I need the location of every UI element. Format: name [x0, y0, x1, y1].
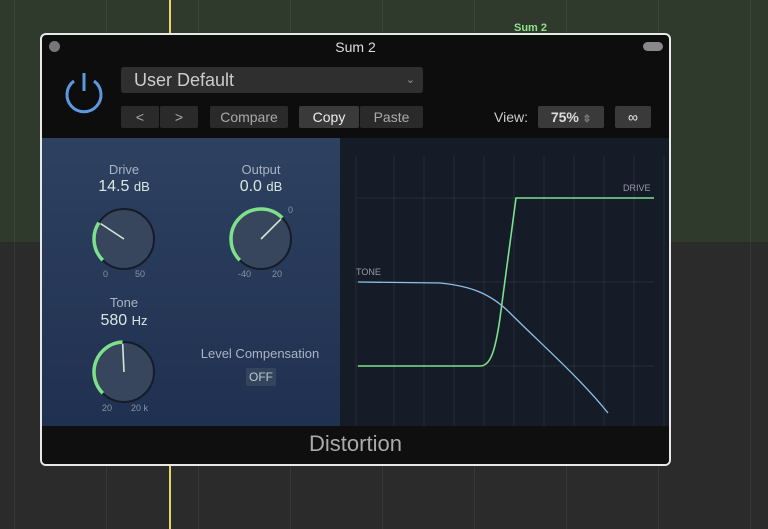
level-compensation-label: Level Compensation — [200, 346, 320, 361]
paste-button[interactable]: Paste — [360, 106, 423, 128]
link-button[interactable]: ∞ — [615, 106, 651, 128]
output-value: 0.0 dB — [239, 178, 283, 195]
output-label: Output — [241, 162, 281, 177]
prev-preset-button[interactable]: < — [121, 106, 159, 128]
stepper-icon: ⇳ — [582, 114, 592, 125]
output-max: 20 — [272, 269, 283, 279]
tone-knob[interactable] — [88, 336, 160, 408]
close-button[interactable] — [49, 41, 60, 52]
window-title: Sum 2 — [335, 39, 376, 55]
plugin-name: Distortion — [42, 426, 669, 464]
grid-line — [750, 0, 751, 529]
output-zero: 0 — [288, 205, 294, 215]
output-knob[interactable] — [225, 203, 297, 275]
preset-dropdown[interactable]: User Default ⌄ — [121, 67, 423, 93]
view-zoom-select[interactable]: 75% ⇳ — [538, 106, 604, 128]
grid-line — [14, 0, 15, 529]
tone-label: Tone — [109, 295, 139, 310]
drive-value: 14.5 dB — [98, 178, 150, 195]
output-min: -40 — [238, 269, 252, 279]
compare-button[interactable]: Compare — [210, 106, 288, 128]
tone-max: 20 k — [131, 403, 149, 413]
tone-curve — [357, 281, 609, 414]
view-label: View: — [494, 109, 528, 125]
power-icon[interactable] — [62, 71, 106, 115]
drive-curve-label: DRIVE — [623, 183, 651, 193]
window-pill-button[interactable] — [643, 42, 663, 51]
next-preset-button[interactable]: > — [160, 106, 198, 128]
plugin-window: Sum 2 User Default ⌄ < > Compare Copy Pas… — [40, 33, 671, 466]
link-icon: ∞ — [628, 109, 638, 125]
controls-panel: Drive 14.5 dB 0 50 Output 0.0 dB 0 -40 2… — [42, 138, 340, 426]
view-value: 75% — [550, 109, 579, 125]
distortion-graph: DRIVE TONE — [340, 138, 669, 426]
copy-button[interactable]: Copy — [299, 106, 359, 128]
drive-label: Drive — [108, 162, 140, 177]
drive-min: 0 — [103, 269, 109, 279]
level-compensation-toggle[interactable]: OFF — [246, 368, 276, 386]
drive-knob[interactable] — [88, 203, 160, 275]
tone-curve-label: TONE — [356, 267, 381, 277]
tone-min: 20 — [102, 403, 113, 413]
tone-value: 580 Hz — [100, 312, 148, 329]
preset-value: User Default — [134, 70, 235, 90]
chevron-down-icon: ⌄ — [405, 74, 415, 86]
drive-max: 50 — [135, 269, 146, 279]
